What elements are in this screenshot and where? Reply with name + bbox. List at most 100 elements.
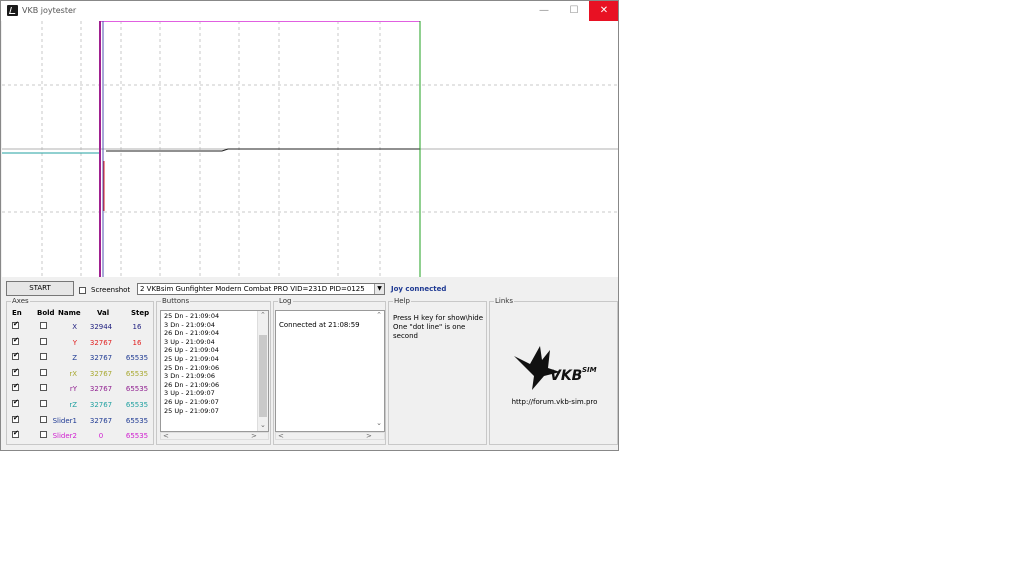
app-icon xyxy=(7,5,18,16)
button-event-item[interactable]: 25 Dn - 21:09:06 xyxy=(164,364,219,372)
axis-value: 32767 xyxy=(89,417,113,425)
axis-name: Z xyxy=(72,354,77,362)
device-select[interactable]: 2 VKBsim Gunfighter Modern Combat PRO VI… xyxy=(137,283,385,295)
links-group: Links VKB SIM http://forum.vkb-sim.pro xyxy=(489,297,619,445)
axis-row: rZ 32767 65535 xyxy=(7,398,153,411)
axes-plot-area xyxy=(2,21,618,277)
help-line-2: One "dot line" is one second xyxy=(393,323,466,340)
axis-name: rX xyxy=(69,370,77,378)
screenshot-checkbox[interactable] xyxy=(79,286,86,294)
axis-row: Slider2 0 65535 xyxy=(7,429,153,442)
button-event-item[interactable]: 26 Dn - 21:09:06 xyxy=(164,381,219,389)
axis-row: rY 32767 65535 xyxy=(7,382,153,395)
axis-value: 32767 xyxy=(89,401,113,409)
links-group-label: Links xyxy=(494,297,514,305)
scroll-left-icon[interactable]: < xyxy=(163,432,169,440)
button-event-item[interactable]: 3 Dn - 21:09:04 xyxy=(164,321,215,329)
help-line-1: Press H key for show\hide xyxy=(393,314,484,322)
button-event-item[interactable]: 26 Up - 21:09:04 xyxy=(164,346,219,354)
device-select-value: 2 VKBsim Gunfighter Modern Combat PRO VI… xyxy=(140,285,365,293)
axes-group: Axes En Bold Name Val Step X 32944 16 Y 3276… xyxy=(6,297,154,445)
axis-bold-checkbox[interactable] xyxy=(40,353,47,360)
axis-step: 16 xyxy=(132,323,142,331)
forum-link[interactable]: http://forum.vkb-sim.pro xyxy=(490,398,619,406)
vertical-scrollbar[interactable]: ⌃ ⌄ xyxy=(257,311,268,431)
horizontal-scrollbar[interactable]: < > xyxy=(160,432,269,440)
log-horizontal-scrollbar[interactable]: < > xyxy=(275,432,385,440)
button-event-item[interactable]: 25 Up - 21:09:04 xyxy=(164,355,219,363)
axis-bold-checkbox[interactable] xyxy=(40,400,47,407)
button-event-item[interactable]: 25 Up - 21:09:07 xyxy=(164,407,219,415)
header-step: Step xyxy=(131,309,150,317)
axis-bold-checkbox[interactable] xyxy=(40,431,47,438)
header-val: Val xyxy=(97,309,110,317)
axis-value: 32767 xyxy=(89,370,113,378)
axis-value: 32767 xyxy=(89,385,113,393)
scroll-down-icon[interactable]: ⌄ xyxy=(260,421,266,429)
axis-name: Slider1 xyxy=(52,417,77,425)
log-text: Connected at 21:08:59 xyxy=(279,321,360,329)
minimize-button[interactable]: — xyxy=(529,1,559,21)
axis-enable-checkbox[interactable] xyxy=(12,429,19,438)
scrollbar-thumb[interactable] xyxy=(259,335,267,417)
axis-name: rZ xyxy=(69,401,77,409)
button-event-item[interactable]: 3 Up - 21:09:07 xyxy=(164,389,215,397)
axis-step: 65535 xyxy=(125,417,149,425)
buttons-group-label: Buttons xyxy=(161,297,191,305)
help-text: Press H key for show\hide One "dot line"… xyxy=(393,314,486,341)
log-group-label: Log xyxy=(278,297,293,305)
maximize-button[interactable]: ☐ xyxy=(559,1,589,21)
vkbsim-logo: VKB SIM xyxy=(510,342,600,396)
axes-group-label: Axes xyxy=(11,297,30,305)
axis-value: 32767 xyxy=(89,354,113,362)
button-event-item[interactable]: 26 Dn - 21:09:04 xyxy=(164,329,219,337)
axes-plot xyxy=(2,21,618,277)
svg-text:SIM: SIM xyxy=(582,366,597,374)
axis-enable-checkbox[interactable] xyxy=(12,336,19,345)
log-scroll-up-icon[interactable]: ⌃ xyxy=(376,311,382,319)
button-event-item[interactable]: 25 Dn - 21:09:04 xyxy=(164,312,219,320)
button-event-item[interactable]: 3 Dn - 21:09:06 xyxy=(164,372,215,380)
log-textbox[interactable]: Connected at 21:08:59 ⌃ ⌄ xyxy=(275,310,385,432)
buttons-event-list[interactable]: ⌃ ⌄ 25 Dn - 21:09:04 3 Dn - 21:09:04 26 Dn… xyxy=(160,310,269,432)
axis-name: X xyxy=(72,323,77,331)
help-group-label: Help xyxy=(393,297,411,305)
button-event-item[interactable]: 26 Up - 21:09:07 xyxy=(164,398,219,406)
buttons-group: Buttons ⌃ ⌄ 25 Dn - 21:09:04 3 Dn - 21:09… xyxy=(156,297,271,445)
scroll-right-icon[interactable]: > xyxy=(251,432,257,440)
axis-value: 32767 xyxy=(89,339,113,347)
axis-value: 32944 xyxy=(89,323,113,331)
axis-bold-checkbox[interactable] xyxy=(40,416,47,423)
scroll-up-icon[interactable]: ⌃ xyxy=(260,311,266,319)
log-scroll-right-icon[interactable]: > xyxy=(366,432,372,440)
connection-status: Joy connected xyxy=(391,285,447,293)
axis-row: Y 32767 16 xyxy=(7,336,153,349)
axis-bold-checkbox[interactable] xyxy=(40,384,47,391)
axis-step: 16 xyxy=(132,339,142,347)
axis-enable-checkbox[interactable] xyxy=(12,367,19,376)
axis-enable-checkbox[interactable] xyxy=(12,398,19,407)
button-event-item[interactable]: 3 Up - 21:09:04 xyxy=(164,338,215,346)
start-button[interactable]: START xyxy=(6,281,74,296)
axis-row: Slider1 32767 65535 xyxy=(7,414,153,427)
axis-enable-checkbox[interactable] xyxy=(12,382,19,391)
svg-text:VKB: VKB xyxy=(550,368,582,384)
title-bar[interactable]: VKB joytester — ☐ ✕ xyxy=(1,1,618,21)
axis-step: 65535 xyxy=(125,401,149,409)
close-button[interactable]: ✕ xyxy=(589,1,618,21)
axis-row: rX 32767 65535 xyxy=(7,367,153,380)
log-scroll-left-icon[interactable]: < xyxy=(278,432,284,440)
axis-bold-checkbox[interactable] xyxy=(40,322,47,329)
axis-bold-checkbox[interactable] xyxy=(40,369,47,376)
axis-enable-checkbox[interactable] xyxy=(12,351,19,360)
screenshot-label: Screenshot xyxy=(91,286,131,294)
axis-step: 65535 xyxy=(125,370,149,378)
vkbsim-bird-icon: VKB SIM xyxy=(514,346,597,390)
axis-enable-checkbox[interactable] xyxy=(12,414,19,423)
header-en: En xyxy=(12,309,22,317)
axis-enable-checkbox[interactable] xyxy=(12,320,19,329)
axis-bold-checkbox[interactable] xyxy=(40,338,47,345)
log-scroll-down-icon[interactable]: ⌄ xyxy=(376,419,382,427)
axis-row: Z 32767 65535 xyxy=(7,351,153,364)
dropdown-arrow-icon[interactable]: ▼ xyxy=(374,284,384,294)
